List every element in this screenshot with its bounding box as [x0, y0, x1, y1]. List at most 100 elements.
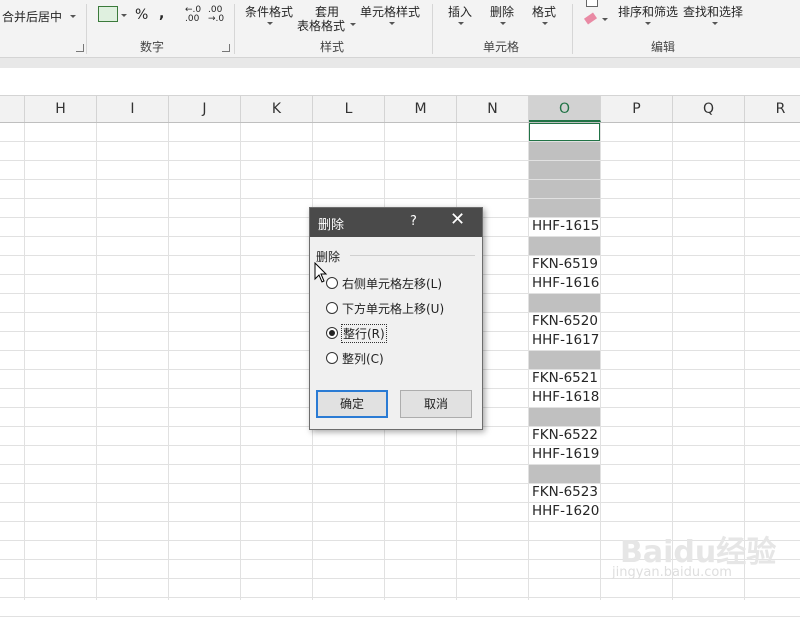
comma-style-button[interactable]: ,: [159, 6, 164, 22]
column-gridline: [24, 123, 25, 600]
accounting-dropdown-icon[interactable]: [121, 14, 127, 17]
cell-o-value[interactable]: FKN-6521: [532, 369, 598, 388]
column-header-i[interactable]: I: [97, 96, 169, 122]
format-dropdown-icon[interactable]: [542, 22, 548, 25]
column-gridline: [168, 123, 169, 600]
radio-label[interactable]: 右侧单元格左移(L): [342, 275, 442, 292]
eraser-icon[interactable]: [583, 12, 598, 25]
column-header-n[interactable]: N: [457, 96, 529, 122]
table-format-dropdown-icon[interactable]: [350, 23, 356, 26]
cell-styles-button[interactable]: 单元格样式: [360, 3, 420, 20]
delete-option-2[interactable]: 下方单元格上移(U): [326, 299, 476, 319]
radio-label[interactable]: 整列(C): [342, 350, 384, 367]
cells-group-label: 单元格: [483, 40, 520, 54]
column-header-q[interactable]: Q: [673, 96, 745, 122]
delete-option-4[interactable]: 整列(C): [326, 349, 476, 369]
find-select-dropdown-icon[interactable]: [712, 22, 718, 25]
sort-filter-button[interactable]: 排序和筛选: [618, 3, 678, 20]
column-header-r[interactable]: R: [745, 96, 800, 122]
insert-dropdown-icon[interactable]: [458, 22, 464, 25]
cell-o-value[interactable]: FKN-6522: [532, 426, 598, 445]
formula-bar[interactable]: [0, 68, 800, 96]
number-launcher-icon[interactable]: [222, 44, 230, 52]
merge-center-dropdown-icon[interactable]: [70, 15, 76, 18]
cell-o-value[interactable]: FKN-6523: [532, 483, 598, 502]
table-format-button[interactable]: 表格格式: [297, 17, 345, 34]
clear-dropdown-icon[interactable]: [602, 18, 608, 21]
conditional-format-dropdown-icon[interactable]: [267, 22, 273, 25]
cell-o-value[interactable]: HHF-1616: [532, 274, 599, 293]
selected-blank-cell[interactable]: [529, 161, 600, 179]
help-icon[interactable]: ?: [410, 214, 417, 229]
baidu-watermark: Baidu经验 jingyan.baidu.com: [612, 515, 792, 585]
row-gridline: [0, 160, 800, 161]
delete-option-3[interactable]: 整行(R): [326, 324, 476, 344]
column-header-h[interactable]: H: [25, 96, 97, 122]
delete-dialog: 删除 ? ✕ 删除 右侧单元格左移(L) 下方单元格上移(U) 整行(R) 整列(C)…: [309, 207, 483, 430]
delete-option-1[interactable]: 右侧单元格左移(L): [326, 274, 476, 294]
separator: [86, 4, 87, 54]
row-gridline: [0, 445, 800, 446]
cell-o-value[interactable]: FKN-6520: [532, 312, 598, 331]
sort-filter-dropdown-icon[interactable]: [645, 22, 651, 25]
cell-o-value[interactable]: HHF-1619: [532, 445, 599, 464]
row-gridline: [0, 198, 800, 199]
ok-button[interactable]: 确定: [316, 390, 388, 418]
selected-blank-cell[interactable]: [529, 180, 600, 198]
column-header-o[interactable]: O: [529, 96, 601, 122]
selected-blank-cell[interactable]: [529, 237, 600, 255]
cancel-button[interactable]: 取消: [400, 390, 472, 418]
cell-o-value[interactable]: HHF-1615: [532, 217, 599, 236]
row-gridline: [0, 502, 800, 503]
delete-button[interactable]: 删除: [490, 3, 514, 20]
mouse-cursor-icon: [314, 262, 328, 283]
editing-group-label: 编辑: [651, 40, 676, 54]
active-cell[interactable]: [529, 123, 600, 141]
selected-blank-cell[interactable]: [529, 465, 600, 483]
row-gridline: [0, 179, 800, 180]
column-header-l[interactable]: L: [313, 96, 385, 122]
increase-decimal-button[interactable]: ←.0 .00: [185, 6, 201, 24]
separator: [572, 4, 573, 54]
column-header-p[interactable]: P: [601, 96, 673, 122]
fill-icon[interactable]: [586, 0, 598, 7]
cell-o-value[interactable]: HHF-1620: [532, 502, 599, 521]
conditional-format-button[interactable]: 条件格式: [245, 3, 293, 20]
cell-o-value[interactable]: FKN-6519: [532, 255, 598, 274]
selected-blank-cell[interactable]: [529, 294, 600, 312]
radio-label[interactable]: 整行(R): [341, 324, 387, 343]
cell-styles-dropdown-icon[interactable]: [389, 22, 395, 25]
cell-o-value[interactable]: HHF-1617: [532, 331, 599, 350]
selected-blank-cell[interactable]: [529, 408, 600, 426]
ribbon-bottom-gap: [0, 58, 800, 68]
column-header-row: HIJKLMNOPQR: [0, 96, 800, 123]
cell-o-value[interactable]: HHF-1618: [532, 388, 599, 407]
group-divider: [350, 255, 475, 256]
percent-style-button[interactable]: %: [135, 7, 148, 23]
column-gridline: [600, 123, 601, 600]
radio-button[interactable]: [326, 327, 338, 339]
dialog-titlebar[interactable]: 删除 ? ✕: [310, 208, 482, 237]
find-select-button[interactable]: 查找和选择: [683, 3, 743, 20]
radio-button[interactable]: [326, 302, 338, 314]
insert-button[interactable]: 插入: [448, 3, 472, 20]
column-header-k[interactable]: K: [241, 96, 313, 122]
accounting-format-icon[interactable]: [98, 6, 118, 22]
row-gridline: [0, 141, 800, 142]
decrease-decimal-button[interactable]: .00 →.0: [208, 6, 224, 24]
selected-blank-cell[interactable]: [529, 199, 600, 217]
styles-group-label: 样式: [320, 40, 345, 54]
alignment-launcher-icon[interactable]: [76, 44, 84, 52]
merge-center-button[interactable]: 合并后居中: [2, 8, 62, 25]
column-gridline: [240, 123, 241, 600]
close-icon[interactable]: ✕: [450, 211, 465, 229]
column-header-j[interactable]: J: [169, 96, 241, 122]
radio-button[interactable]: [326, 352, 338, 364]
format-button[interactable]: 格式: [532, 3, 556, 20]
selected-blank-cell[interactable]: [529, 142, 600, 160]
radio-label[interactable]: 下方单元格上移(U): [342, 300, 444, 317]
selected-blank-cell[interactable]: [529, 351, 600, 369]
delete-dropdown-icon[interactable]: [500, 22, 506, 25]
column-header-m[interactable]: M: [385, 96, 457, 122]
row-header-corner[interactable]: [0, 96, 25, 122]
